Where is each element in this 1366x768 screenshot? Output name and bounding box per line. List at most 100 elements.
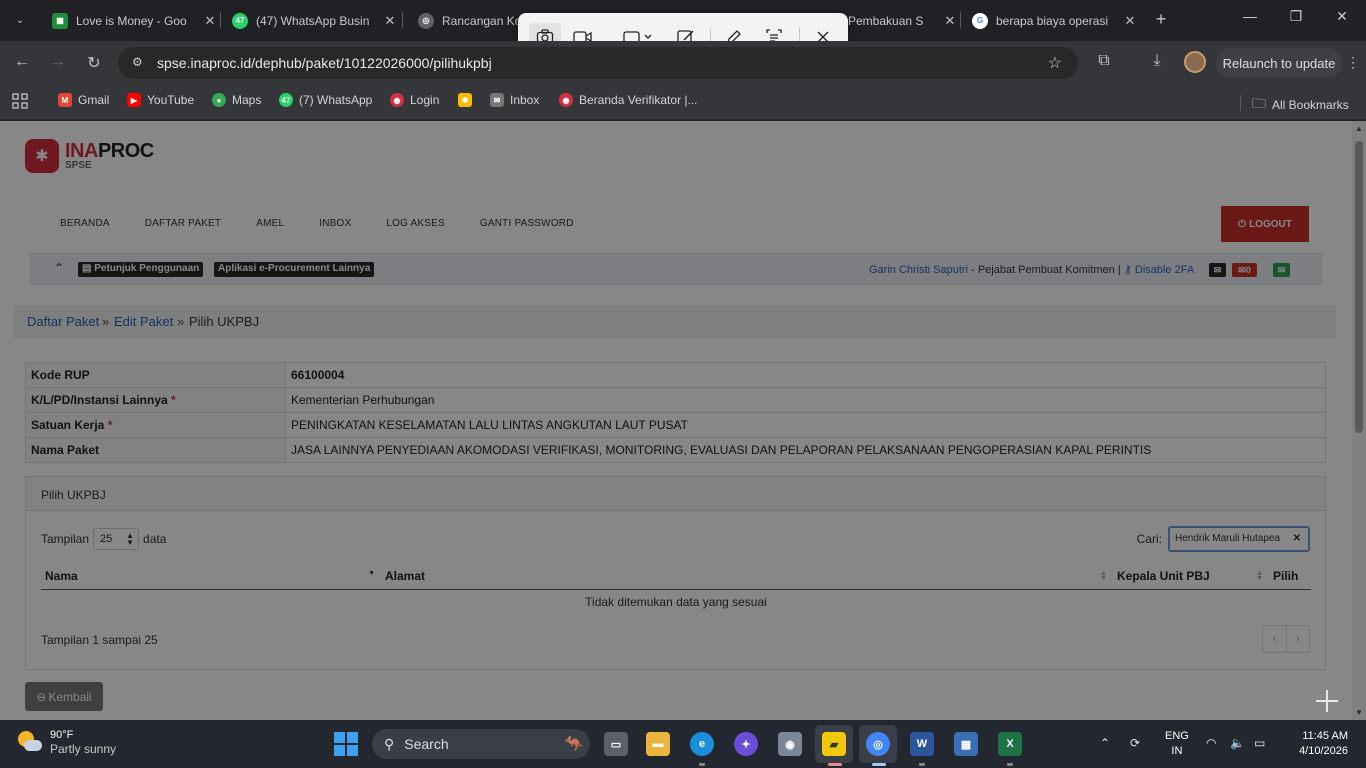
tab-berapa-biaya[interactable]: G berapa biaya operasi ✕ xyxy=(962,6,1138,35)
close-icon[interactable]: ✕ xyxy=(202,13,218,29)
page-length-select[interactable]: 25 ▲ ▼ xyxy=(93,528,140,550)
copilot-icon[interactable]: ✦ xyxy=(734,732,758,756)
avatar[interactable] xyxy=(1184,51,1206,73)
search-input[interactable]: Hendrik Maruli Hutapea ✕ xyxy=(1168,526,1310,552)
chevron-up-icon[interactable]: ⌃ xyxy=(1100,736,1110,750)
battery-icon[interactable]: ▭ xyxy=(1254,736,1265,750)
omnibox[interactable]: ⚙ spse.inaproc.id/dephub/paket/101220260… xyxy=(118,47,1078,79)
table-row: Nama Paket JASA LAINNYA PENYEDIAAN AKOMO… xyxy=(25,437,1326,463)
message-icon[interactable]: ✉ xyxy=(1209,263,1226,277)
tab-search-icon[interactable]: ⌄ xyxy=(8,8,32,32)
new-tab-icon[interactable]: + xyxy=(1152,9,1170,30)
back-button[interactable]: ⊖ Kembali xyxy=(25,682,103,711)
bookmark-login[interactable]: ◉ Login xyxy=(390,93,439,107)
reload-icon[interactable]: ↻ xyxy=(84,53,104,73)
scroll-down-icon[interactable]: ▼ xyxy=(1354,708,1364,717)
task-view-icon[interactable]: ▭ xyxy=(604,732,628,756)
user-name-link[interactable]: Garin Christi Saputri xyxy=(869,264,968,276)
extensions-icon[interactable]: ⧉ xyxy=(1094,52,1114,70)
scroll-up-icon[interactable]: ▲ xyxy=(1354,124,1364,133)
info-bar: ⌃ ▤ Petunjuk Penggunaan Aplikasi e-Procu… xyxy=(30,253,1322,285)
nav-amel[interactable]: AMEL xyxy=(256,218,284,229)
camera-app-icon[interactable]: ◉ xyxy=(778,732,802,756)
restore-icon[interactable]: ❐ xyxy=(1286,8,1306,25)
tab-rancangan[interactable]: ◎ Rancangan Ko xyxy=(408,6,518,35)
close-icon[interactable]: ✕ xyxy=(382,13,398,29)
chrome-icon[interactable]: ◎ xyxy=(866,732,890,756)
partly-sunny-icon xyxy=(16,729,42,755)
bookmark-photos[interactable]: ✱ xyxy=(458,93,472,107)
sync-icon[interactable]: ⟳ xyxy=(1130,736,1140,750)
bookmark-beranda-verifikator[interactable]: ◉ Beranda Verifikator |... xyxy=(559,93,698,107)
scroll-thumb[interactable] xyxy=(1355,141,1363,433)
excel-icon[interactable]: X xyxy=(998,732,1022,756)
mail-badge[interactable]: ✉ 0 xyxy=(1232,263,1257,277)
breadcrumb-current: Pilih UKPBJ xyxy=(189,314,260,329)
bookmark-whatsapp[interactable]: 47 (7) WhatsApp xyxy=(279,93,372,107)
nav-beranda[interactable]: BERANDA xyxy=(60,218,110,229)
column-kepala-unit[interactable]: Kepala Unit PBJ ▲ ▼ xyxy=(1113,563,1269,590)
table-row: Tidak ditemukan data yang sesuai xyxy=(41,589,1311,614)
nav-daftar-paket[interactable]: DAFTAR PAKET xyxy=(145,218,221,229)
clear-icon[interactable]: ✕ xyxy=(1293,533,1301,544)
menu-icon[interactable]: ⋮ xyxy=(1346,54,1360,71)
file-explorer-icon[interactable]: ▬ xyxy=(646,732,670,756)
close-window-icon[interactable]: ✕ xyxy=(1332,8,1352,25)
tab-whatsapp[interactable]: 47 (47) WhatsApp Busin ✕ xyxy=(222,6,398,35)
google-icon: G xyxy=(972,12,988,29)
close-icon[interactable]: ✕ xyxy=(1122,13,1138,29)
disable-2fa-link[interactable]: ⚷ Disable 2FA xyxy=(1124,264,1194,276)
volume-icon[interactable]: 🔈 xyxy=(1230,736,1245,750)
bookmark-youtube[interactable]: ▶ YouTube xyxy=(127,93,194,107)
inaproc-logo[interactable]: ✱ INAPROC SPSE xyxy=(25,139,154,173)
nav-log-akses[interactable]: LOG AKSES xyxy=(386,218,445,229)
breadcrumb: Daftar Paket » Edit Paket » Pilih UKPBJ xyxy=(14,305,1336,339)
nav-inbox[interactable]: INBOX xyxy=(319,218,351,229)
bookmark-gmail[interactable]: M Gmail xyxy=(58,93,109,107)
star-icon[interactable]: ☆ xyxy=(1048,53,1062,73)
sticky-notes-icon[interactable]: ▰ xyxy=(822,732,846,756)
tab-love-is-money[interactable]: ▦ Love is Money - Goo ✕ xyxy=(42,6,218,35)
close-icon[interactable]: ✕ xyxy=(942,13,958,29)
package-detail-table: Kode RUP 66100004 K/L/PD/Instansi Lainny… xyxy=(25,362,1326,463)
back-icon[interactable]: ← xyxy=(12,53,32,71)
bookmark-maps[interactable]: ● Maps xyxy=(212,93,261,107)
edge-icon[interactable]: e xyxy=(690,732,714,756)
column-nama[interactable]: Nama ▼ xyxy=(41,563,381,590)
breadcrumb-edit-paket[interactable]: Edit Paket xyxy=(114,314,173,329)
tab-pembakuan[interactable]: Pembakuan S ✕ xyxy=(848,6,958,35)
word-icon[interactable]: W xyxy=(910,732,934,756)
calculator-icon[interactable]: ▦ xyxy=(954,732,978,756)
apps-icon[interactable] xyxy=(12,93,28,109)
forward-icon[interactable]: → xyxy=(48,53,68,71)
prev-page-button[interactable]: ‹ xyxy=(1263,626,1286,652)
windows-start-icon[interactable] xyxy=(334,732,358,756)
url-text[interactable]: spse.inaproc.id/dephub/paket/10122026000… xyxy=(157,55,492,71)
logout-button[interactable]: ⏻ LOGOUT xyxy=(1221,206,1309,242)
collapse-icon[interactable]: ⌃ xyxy=(54,261,64,275)
column-alamat[interactable]: Alamat ▲ ▼ xyxy=(381,563,1113,590)
all-bookmarks[interactable]: 🗀 All Bookmarks xyxy=(1252,93,1349,117)
download-icon[interactable]: ⤓ xyxy=(1147,52,1167,70)
taskbar-search[interactable]: ⚲ Search 🦘 xyxy=(372,729,590,759)
ukpbj-table: Nama ▼ Alamat ▲ ▼ Kepala Unit PBJ ▲ ▼ Pilih T… xyxy=(41,563,1311,614)
page-scrollbar[interactable]: ▲ ▼ xyxy=(1352,121,1366,720)
aplikasi-button[interactable]: Aplikasi e-Procurement Lainnya xyxy=(214,262,375,277)
site-info-icon[interactable]: ⚙ xyxy=(132,55,143,69)
ukpbj-panel: Pilih UKPBJ Tampilan 25 ▲ ▼ data Cari: Hen… xyxy=(25,476,1326,670)
next-page-button[interactable]: › xyxy=(1286,626,1309,652)
search-highlight-icon: 🦘 xyxy=(564,736,584,753)
petunjuk-button[interactable]: ▤ Petunjuk Penggunaan xyxy=(78,262,204,277)
column-pilih: Pilih xyxy=(1269,563,1311,590)
sort-icon: ▲ ▼ xyxy=(1100,570,1107,582)
nav-ganti-password[interactable]: GANTI PASSWORD xyxy=(480,218,574,229)
weather-widget[interactable]: 90°F Partly sunny xyxy=(16,728,116,756)
relaunch-button[interactable]: Relaunch to update xyxy=(1216,48,1342,78)
language-indicator[interactable]: ENG IN xyxy=(1165,729,1189,759)
open-mail-icon[interactable]: ✉ xyxy=(1273,263,1290,277)
minimize-icon[interactable]: — xyxy=(1240,8,1260,24)
clock[interactable]: 11:45 AM 4/10/2026 xyxy=(1290,729,1348,759)
bookmark-inbox[interactable]: ✉ Inbox xyxy=(490,93,539,107)
breadcrumb-daftar-paket[interactable]: Daftar Paket xyxy=(27,314,99,329)
wifi-icon[interactable]: ◠ xyxy=(1206,736,1216,750)
